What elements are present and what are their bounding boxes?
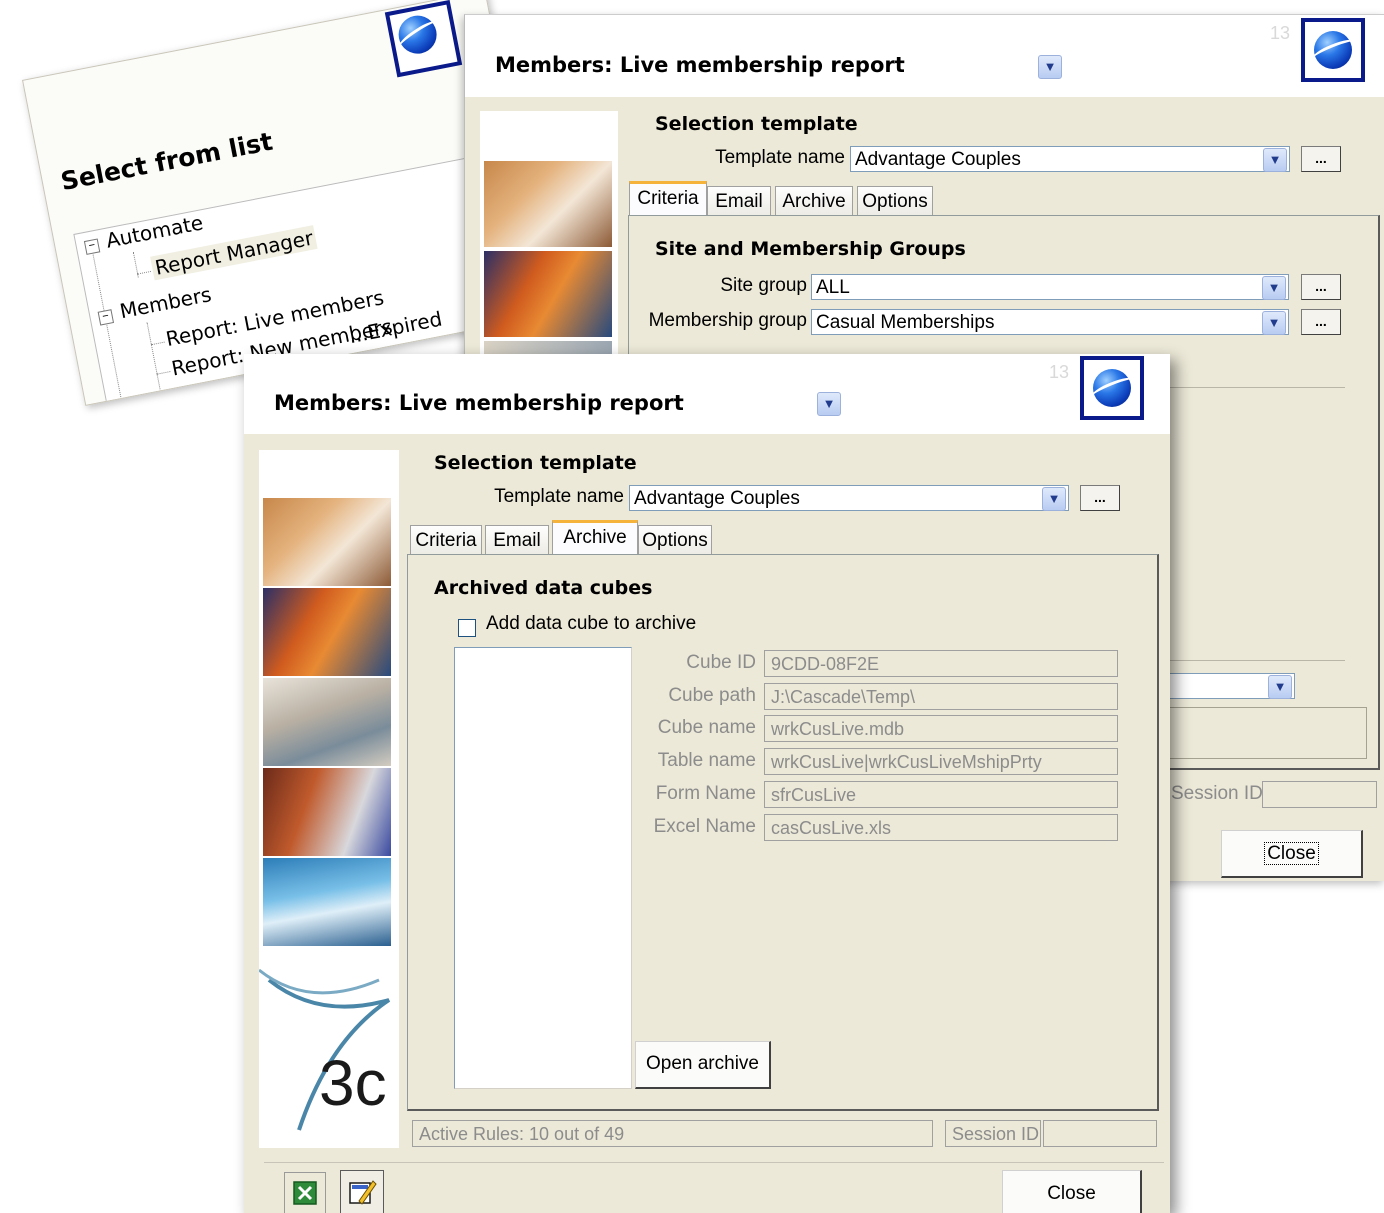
cube-name-field: wrkCusLive.mdb (764, 715, 1118, 742)
footer-divider (264, 1162, 1164, 1163)
tab-options[interactable]: Options (638, 525, 712, 555)
dropdown-arrow-icon[interactable]: ▼ (1263, 148, 1287, 172)
collapse-icon[interactable]: − (97, 309, 115, 326)
excel-export-button[interactable] (284, 1172, 326, 1213)
dropdown-arrow-icon[interactable]: ▼ (1268, 675, 1292, 699)
active-rules-status: Active Rules: 10 out of 49 (412, 1120, 933, 1147)
open-archive-button[interactable]: Open archive (635, 1041, 771, 1089)
title-dropdown-arrow-icon[interactable]: ▼ (1038, 55, 1062, 79)
form-name-field: sfrCusLive (764, 781, 1118, 808)
template-name-label: Template name (715, 147, 845, 168)
cube-path-field: J:\Cascade\Temp\ (764, 683, 1118, 710)
massage-photo (484, 161, 612, 247)
membership-group-combo[interactable]: Casual Memberships ▼ (811, 309, 1289, 335)
session-id-field (1262, 781, 1377, 808)
cube-name-label: Cube name (657, 717, 756, 738)
archived-data-cubes-heading: Archived data cubes (434, 577, 653, 599)
brand-logo: 3c (259, 968, 391, 1131)
edit-button[interactable] (340, 1170, 384, 1213)
stretch-photo (263, 678, 391, 766)
cube-path-label: Cube path (668, 685, 756, 706)
group-box (1169, 707, 1367, 759)
dropdown-arrow-icon[interactable]: ▼ (1262, 276, 1286, 300)
tree-node-members[interactable]: Members (118, 282, 214, 323)
dialog-title: Members: Live membership report (274, 391, 684, 415)
add-cube-label: Add data cube to archive (486, 613, 697, 634)
template-name-value: Advantage Couples (855, 149, 1021, 170)
template-name-combo[interactable]: Advantage Couples ▼ (850, 146, 1290, 172)
gym-photo (263, 588, 391, 676)
selection-template-heading: Selection template (434, 452, 637, 474)
session-id-label: Session ID (1171, 783, 1263, 804)
template-name-combo[interactable]: Advantage Couples ▼ (629, 485, 1069, 511)
edit-icon (349, 1180, 377, 1205)
form-name-label: Form Name (655, 783, 756, 804)
tab-email[interactable]: Email (707, 186, 771, 216)
membership-group-value: Casual Memberships (816, 312, 995, 333)
add-cube-checkbox[interactable] (458, 619, 476, 637)
collapse-icon[interactable]: − (83, 238, 101, 255)
swimmer-photo (263, 858, 391, 946)
dialog-number: 13 (1049, 362, 1070, 382)
globe-logo-icon (1080, 356, 1144, 420)
site-group-browse-button[interactable]: ... (1301, 274, 1341, 300)
close-button[interactable]: Close (1221, 830, 1363, 878)
photo-strip: 3c (259, 450, 399, 1148)
template-name-label: Template name (494, 486, 624, 507)
cube-id-field: 9CDD-08F2E (764, 650, 1118, 677)
hidden-combo[interactable]: ▼ (1169, 673, 1295, 699)
tree-node-automate[interactable]: Automate (104, 210, 205, 252)
table-name-label: Table name (657, 750, 756, 771)
front-report-dialog: Members: Live membership report ▼ 13 3c … (244, 354, 1170, 1213)
divider (1169, 387, 1345, 388)
site-group-label: Site group (720, 275, 807, 296)
tab-criteria[interactable]: Criteria (410, 525, 482, 555)
close-label: Close (1264, 842, 1319, 865)
template-browse-button[interactable]: ... (1301, 146, 1341, 172)
tab-email[interactable]: Email (485, 525, 549, 555)
close-button[interactable]: Close (1002, 1170, 1142, 1213)
tab-archive[interactable]: Archive (552, 520, 638, 554)
tree-panel-title: Select from list (58, 126, 276, 197)
excel-icon (293, 1181, 317, 1205)
dialog-title: Members: Live membership report (495, 53, 905, 77)
title-dropdown-arrow-icon[interactable]: ▼ (817, 392, 841, 416)
dropdown-arrow-icon[interactable]: ▼ (1042, 487, 1066, 511)
session-id-field (1043, 1120, 1157, 1147)
membership-group-label: Membership group (648, 310, 807, 331)
tab-criteria[interactable]: Criteria (629, 181, 707, 215)
tab-archive[interactable]: Archive (775, 186, 853, 216)
membership-group-browse-button[interactable]: ... (1301, 309, 1341, 335)
excel-name-label: Excel Name (653, 816, 756, 837)
tab-options[interactable]: Options (857, 186, 933, 216)
archive-list[interactable] (454, 647, 632, 1089)
site-group-combo[interactable]: ALL ▼ (811, 274, 1289, 300)
globe-logo-icon (384, 0, 463, 78)
dialog-number: 13 (1270, 23, 1291, 43)
session-id-label: Session ID (945, 1120, 1041, 1147)
archive-tab-pane: Archived data cubes Add data cube to arc… (407, 554, 1159, 1111)
athlete-photo (263, 768, 391, 856)
dropdown-arrow-icon[interactable]: ▼ (1262, 311, 1286, 335)
globe-logo-icon (1301, 18, 1365, 82)
template-browse-button[interactable]: ... (1080, 485, 1120, 511)
photo-strip (480, 111, 618, 371)
brand-text: 3c (319, 1047, 387, 1119)
massage-photo (263, 498, 391, 586)
site-membership-heading: Site and Membership Groups (655, 238, 966, 260)
template-name-value: Advantage Couples (634, 488, 800, 509)
cube-id-label: Cube ID (686, 652, 756, 673)
site-group-value: ALL (816, 277, 850, 298)
selection-template-heading: Selection template (655, 113, 858, 135)
divider (1169, 660, 1345, 661)
excel-name-field: casCusLive.xls (764, 814, 1118, 841)
gym-photo (484, 251, 612, 337)
table-name-field: wrkCusLive|wrkCusLiveMshipPrty (764, 748, 1118, 775)
